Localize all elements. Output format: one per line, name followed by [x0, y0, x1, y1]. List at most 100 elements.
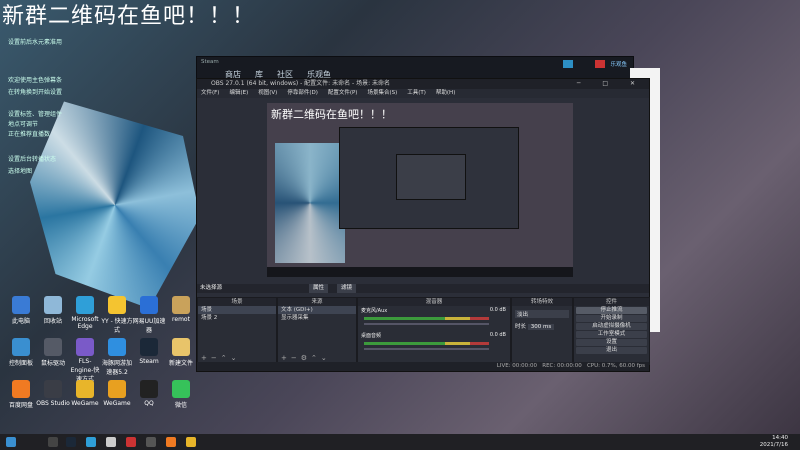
settings-button[interactable]: 设置: [576, 339, 647, 346]
stop-streaming-button[interactable]: 停止推流: [576, 307, 647, 314]
app-icon: [140, 296, 158, 314]
duration-input[interactable]: 300 ms: [527, 324, 555, 330]
desktop-icon-label: WeGame: [103, 400, 131, 407]
app-icon: [108, 296, 126, 314]
start-icon[interactable]: [6, 437, 16, 447]
system-clock[interactable]: 14:40 2021/7/16: [760, 435, 788, 449]
properties-button[interactable]: 属性: [309, 284, 329, 293]
desktop-icon[interactable]: WeGame: [68, 380, 102, 407]
desktop-icon[interactable]: 新建文件: [164, 338, 198, 367]
obs-window[interactable]: OBS 27.0.1 (64 bit, windows) - 配置文件: 未命名…: [196, 78, 650, 372]
app-icon: [44, 380, 62, 398]
transition-select[interactable]: 淡出: [515, 310, 569, 318]
channel-name: 桌面音频: [361, 333, 382, 339]
desktop-icon[interactable]: 百度网盘: [4, 380, 38, 409]
menu-tools[interactable]: 工具(T): [407, 89, 426, 98]
start-recording-button[interactable]: 开始录制: [576, 315, 647, 322]
exit-button[interactable]: 退出: [576, 347, 647, 354]
menu-edit[interactable]: 编辑(E): [229, 89, 248, 98]
menu-docks[interactable]: 停靠部件(D): [287, 89, 318, 98]
overlay-note: 设置前后水元素准用: [8, 39, 63, 46]
overlay-note: 在转角换到开始设置: [8, 89, 63, 96]
live-status: LIVE: 00:00:00: [496, 363, 537, 369]
channel-db: 0.0 dB: [489, 332, 506, 338]
taskbar-app-icon[interactable]: [126, 437, 136, 447]
scenes-header: 场景: [198, 298, 276, 306]
window-controls[interactable]: ─ □ ✕: [577, 79, 645, 89]
duration-row: 时长 300 ms: [515, 322, 569, 330]
sources-dock: 来源 文本 (GDI+) 显示器采集 +−⚙⌃⌄: [277, 297, 357, 365]
nested-obs-preview: [339, 127, 519, 229]
obs-preview[interactable]: 新群二维码在鱼吧！！！: [267, 103, 573, 277]
cpu-status: CPU: 0.7%, 60.00 fps: [586, 363, 645, 369]
desktop-icon-label: WeGame: [71, 400, 99, 407]
steam-notify-icon[interactable]: [563, 60, 573, 68]
desktop-icon[interactable]: 控制面板: [4, 338, 38, 367]
virtual-camera-button[interactable]: 启动虚拟摄像机: [576, 323, 647, 330]
mixer-dock: 混音器 麦克风/Aux 0.0 dB 桌面音频 0.0 dB: [357, 297, 511, 365]
desktop-icon[interactable]: 海豚网游加速器5.2: [100, 338, 134, 376]
steam-user-label[interactable]: 乐观鱼: [610, 60, 627, 68]
menu-scene-collection[interactable]: 场景集合(S): [367, 89, 397, 98]
overlay-note: 设置后台转播状态: [8, 156, 57, 163]
channel-db: 0.0 dB: [489, 307, 506, 313]
taskbar-edge-icon[interactable]: [86, 437, 96, 447]
obs-titlebar: OBS 27.0.1 (64 bit, windows) - 配置文件: 未命名…: [197, 79, 649, 89]
overlay-title: 新群二维码在鱼吧！！！: [2, 4, 256, 29]
scenes-toolbar[interactable]: +−⌃⌄: [201, 354, 240, 362]
desktop-icon[interactable]: 回收站: [36, 296, 70, 325]
desktop-icon[interactable]: FLS-Engine-快速方式: [68, 338, 102, 383]
app-icon: [76, 338, 94, 356]
volume-slider[interactable]: [364, 348, 489, 350]
desktop-icon[interactable]: OBS Studio: [36, 380, 70, 407]
sources-toolbar[interactable]: +−⚙⌃⌄: [281, 354, 331, 362]
desktop-icon-label: 回收站: [43, 318, 62, 325]
scenes-dock: 场景 场景 场景 2 +−⌃⌄: [197, 297, 277, 365]
studio-mode-button[interactable]: 工作室模式: [576, 331, 647, 338]
taskbar-app-icon[interactable]: [166, 437, 176, 447]
desktop-icon[interactable]: remot: [164, 296, 198, 323]
app-icon: [12, 338, 30, 356]
scene-item[interactable]: 场景: [198, 306, 276, 314]
desktop-icon[interactable]: 网易UU加速器: [132, 296, 166, 334]
nested-obs-preview-inner: [396, 154, 466, 200]
desktop-icon-label: 百度网盘: [8, 402, 33, 409]
desktop-icon[interactable]: WeGame: [100, 380, 134, 407]
desktop-icon[interactable]: 此电脑: [4, 296, 38, 325]
scene-item[interactable]: 场景 2: [198, 314, 276, 322]
desktop-icon[interactable]: 微信: [164, 380, 198, 409]
taskbar-obs-icon[interactable]: [146, 437, 156, 447]
desktop-icon-label: 海豚网游加速器5.2: [101, 360, 132, 376]
filters-button[interactable]: 滤镜: [337, 284, 357, 293]
app-icon: [44, 296, 62, 314]
mixer-channel: 桌面音频 0.0 dB: [358, 328, 510, 356]
windows-taskbar: 14:40 2021/7/16: [0, 434, 800, 450]
taskbar-app-icon[interactable]: [106, 437, 116, 447]
taskbar-app-icon[interactable]: [186, 437, 196, 447]
desktop-icon[interactable]: YY - 快速方式: [100, 296, 134, 334]
desktop-icon[interactable]: QQ: [132, 380, 166, 407]
menu-profile[interactable]: 配置文件(P): [328, 89, 358, 98]
menu-help[interactable]: 帮助(H): [436, 89, 455, 98]
desktop-icon-label: 新建文件: [168, 360, 193, 367]
taskbar-steam-icon[interactable]: [66, 437, 76, 447]
desktop-icon-label: 微信: [174, 402, 187, 409]
desktop-icon-label: OBS Studio: [36, 400, 70, 407]
volume-slider[interactable]: [364, 323, 489, 325]
steam-avatar[interactable]: [595, 60, 605, 68]
app-icon: [12, 380, 30, 398]
desktop-icon[interactable]: Microsoft Edge: [68, 296, 102, 330]
preview-taskbar: [267, 267, 573, 277]
desktop-icon-label: YY - 快速方式: [101, 318, 133, 334]
obs-title: OBS 27.0.1 (64 bit, windows) - 配置文件: 未命名…: [211, 80, 391, 87]
obs-menubar: 文件(F) 编辑(E) 视图(V) 停靠部件(D) 配置文件(P) 场景集合(S…: [197, 89, 649, 98]
menu-view[interactable]: 视图(V): [258, 89, 277, 98]
taskbar-search-icon[interactable]: [48, 437, 58, 447]
source-item[interactable]: 文本 (GDI+): [278, 306, 356, 314]
menu-file[interactable]: 文件(F): [201, 89, 219, 98]
source-item[interactable]: 显示器采集: [278, 314, 356, 322]
desktop-icon[interactable]: 鼠标驱动: [36, 338, 70, 367]
overlay-note: 欢迎使用主色弹幕条: [8, 77, 63, 84]
app-icon: [172, 338, 190, 356]
desktop-icon[interactable]: Steam: [132, 338, 166, 365]
